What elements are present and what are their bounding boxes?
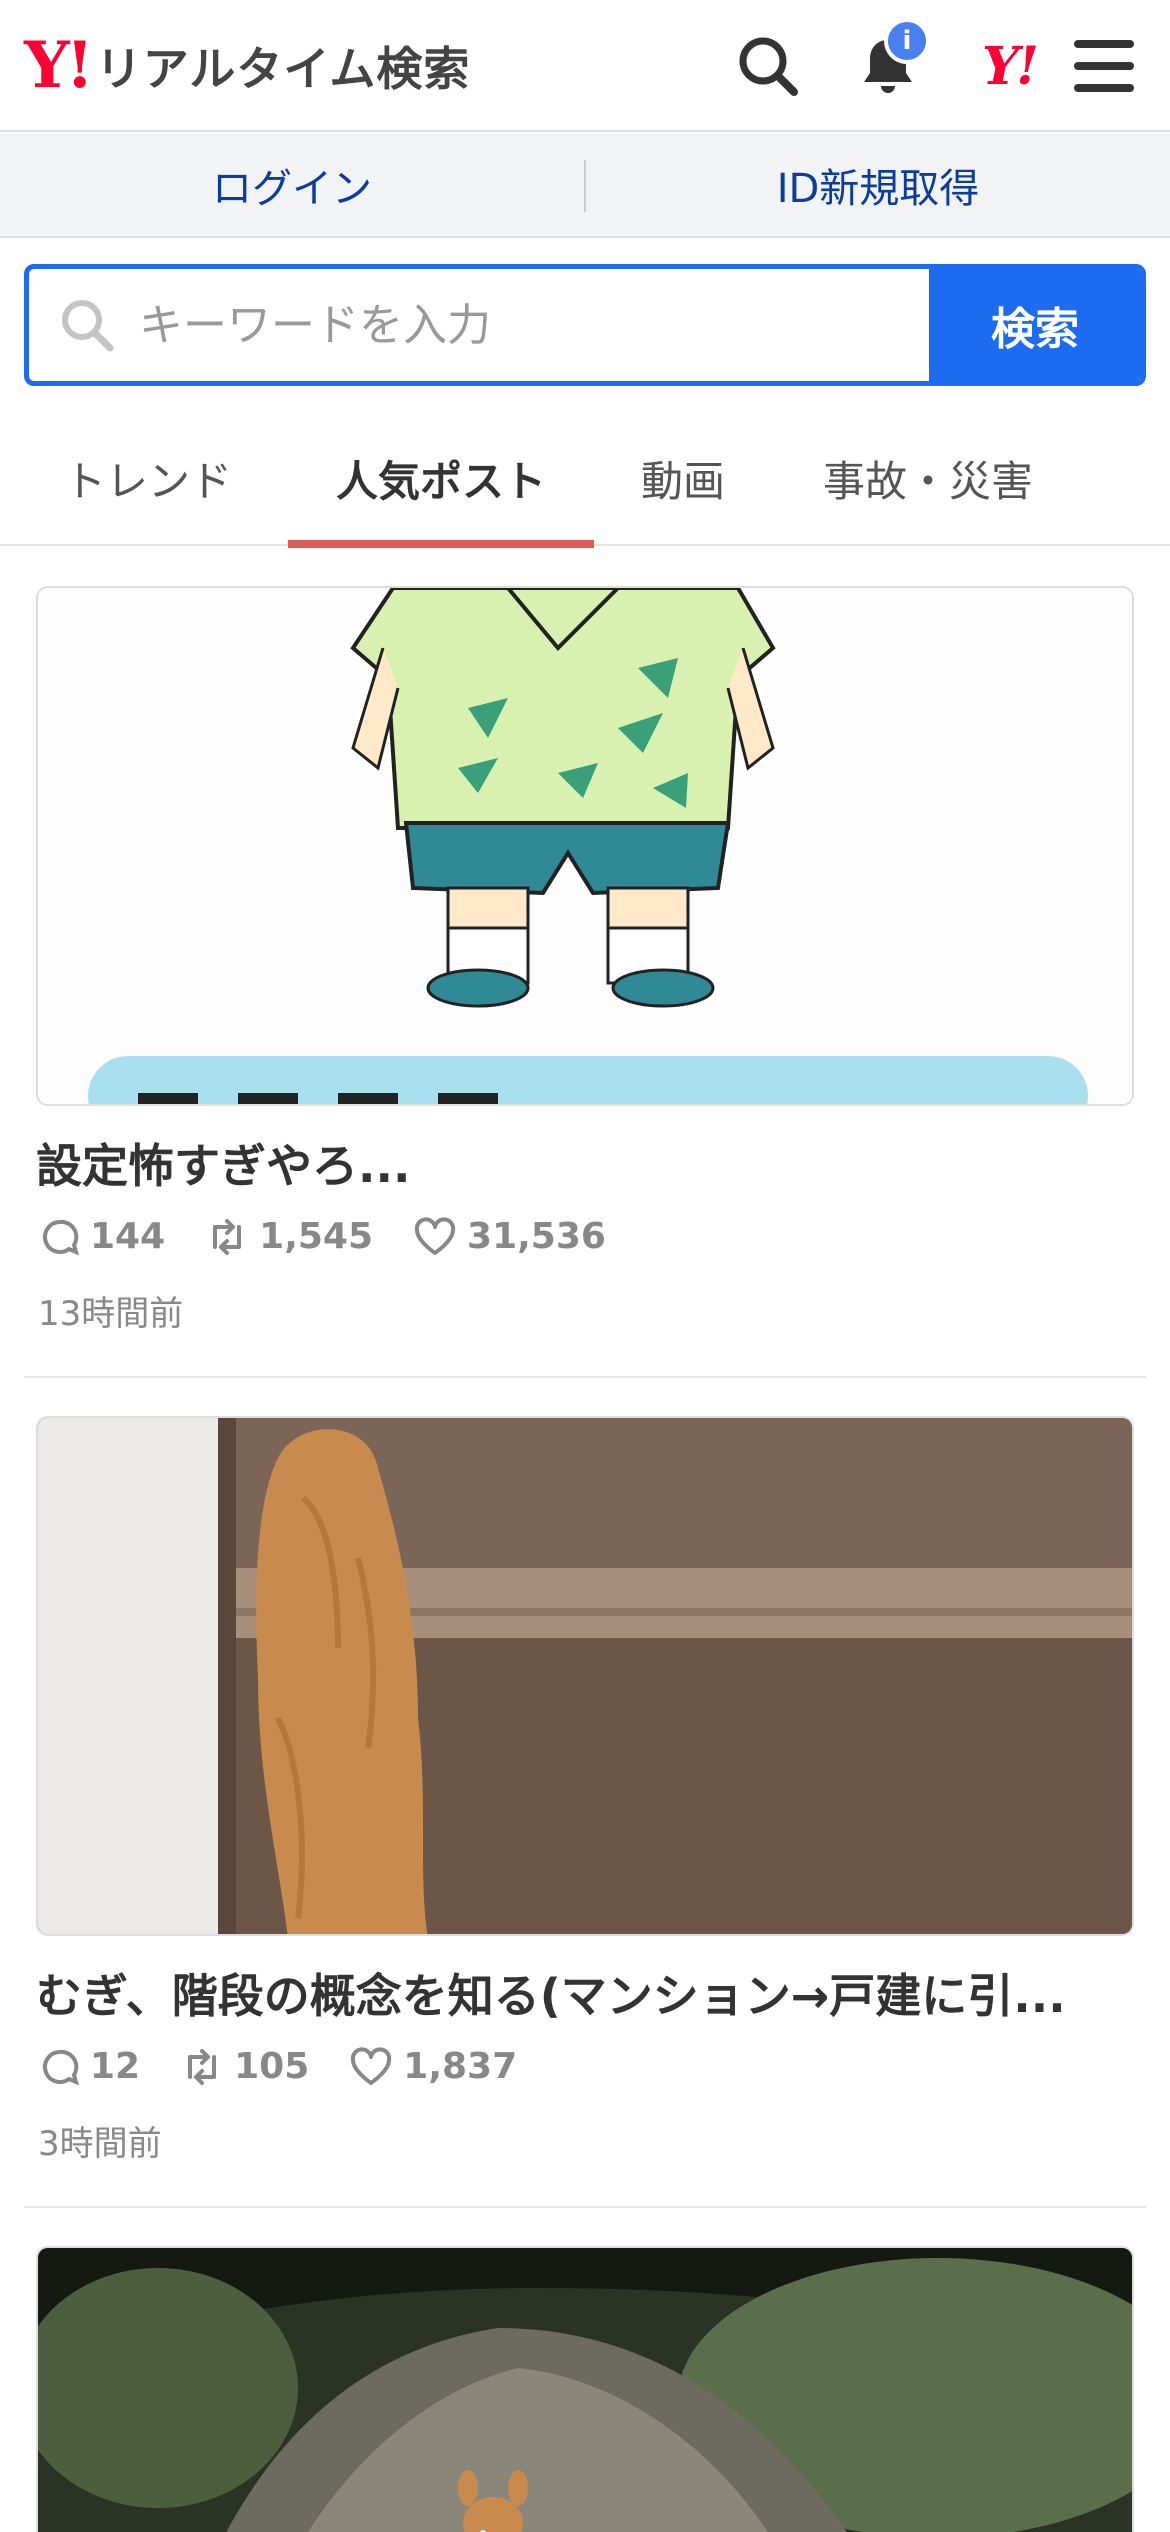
post-card[interactable] [24, 2246, 1146, 2532]
menu-hamburger-icon[interactable] [1062, 24, 1146, 108]
like-count: 31,536 [413, 1216, 606, 1257]
post-title[interactable]: 設定怖すぎやろ... [36, 1130, 1136, 1196]
post-divider [24, 2206, 1146, 2208]
tab-video[interactable]: 動画 [620, 410, 746, 546]
like-count-value: 1,837 [403, 2046, 518, 2087]
reply-count-value: 12 [90, 2046, 141, 2087]
repost-icon [188, 2048, 217, 2085]
post-timestamp: 3時間前 [38, 2124, 162, 2164]
heart-icon [414, 1216, 456, 1255]
notification-bell-icon[interactable]: i [846, 18, 930, 108]
search-button[interactable]: 検索 [929, 269, 1141, 381]
search-icon[interactable] [726, 24, 810, 108]
category-tabs: トレンド 人気ポスト 動画 事故・災害 [0, 410, 1170, 548]
tab-popular-posts[interactable]: 人気ポスト [288, 410, 594, 548]
reply-count: 12 [40, 2046, 140, 2087]
search-bar: 検索 [24, 264, 1146, 386]
yahoo-logo-mark: Y! [24, 28, 94, 103]
post-thumbnail[interactable] [36, 586, 1134, 1106]
post-divider [24, 1376, 1146, 1378]
post-timestamp: 13時間前 [38, 1294, 184, 1334]
like-count-value: 31,536 [467, 1216, 606, 1257]
post-card[interactable]: 設定怖すぎやろ... 144 1,545 31,536 13時間前 [24, 586, 1146, 1346]
login-link[interactable]: ログイン [0, 134, 584, 236]
reply-icon [43, 2049, 80, 2085]
tab-accident-disaster[interactable]: 事故・災害 [800, 410, 1056, 546]
yahoo-realtime-logo[interactable]: Y! リアルタイム検索 [24, 30, 470, 102]
register-id-link[interactable]: ID新規取得 [586, 134, 1170, 236]
post-thumbnail[interactable] [36, 2246, 1134, 2532]
repost-count-value: 1,545 [259, 1216, 374, 1257]
repost-count: 105 [180, 2046, 309, 2087]
reply-count-value: 144 [90, 1216, 166, 1257]
logo-title: リアルタイム検索 [95, 42, 471, 96]
cat-on-stairs-image [38, 1418, 1132, 1934]
post-stats: 12 105 1,837 [40, 2046, 557, 2087]
search-field [29, 269, 929, 381]
post-card[interactable]: むぎ、階段の概念を知る(マンション→戸建に引... 12 105 1,837 3… [24, 1416, 1146, 2176]
reply-icon [43, 1219, 80, 1255]
tab-trend[interactable]: トレンド [48, 410, 248, 546]
repost-count-value: 105 [234, 2046, 310, 2087]
repost-count: 1,545 [205, 1216, 373, 1257]
like-count: 1,837 [349, 2046, 517, 2087]
account-bar: ログイン ID新規取得 [0, 134, 1170, 238]
repost-icon [213, 1218, 242, 1255]
post-stats: 144 1,545 31,536 [40, 1216, 646, 1257]
deer-fawn-night-image [38, 2248, 1132, 2532]
post-thumbnail[interactable] [36, 1416, 1134, 1936]
reply-count: 144 [40, 1216, 165, 1257]
notification-badge: i [884, 18, 930, 64]
search-field-icon [59, 297, 115, 357]
app-header: Y! リアルタイム検索 i Y! [0, 0, 1170, 132]
search-input[interactable] [29, 269, 929, 381]
heart-icon [351, 2046, 392, 2085]
yahoo-mark: Y! [982, 35, 1039, 97]
yahoo-japan-icon[interactable]: Y! [964, 24, 1054, 108]
cartoon-character-image [38, 588, 1132, 1104]
post-title[interactable]: むぎ、階段の概念を知る(マンション→戸建に引... [36, 1960, 1136, 2026]
